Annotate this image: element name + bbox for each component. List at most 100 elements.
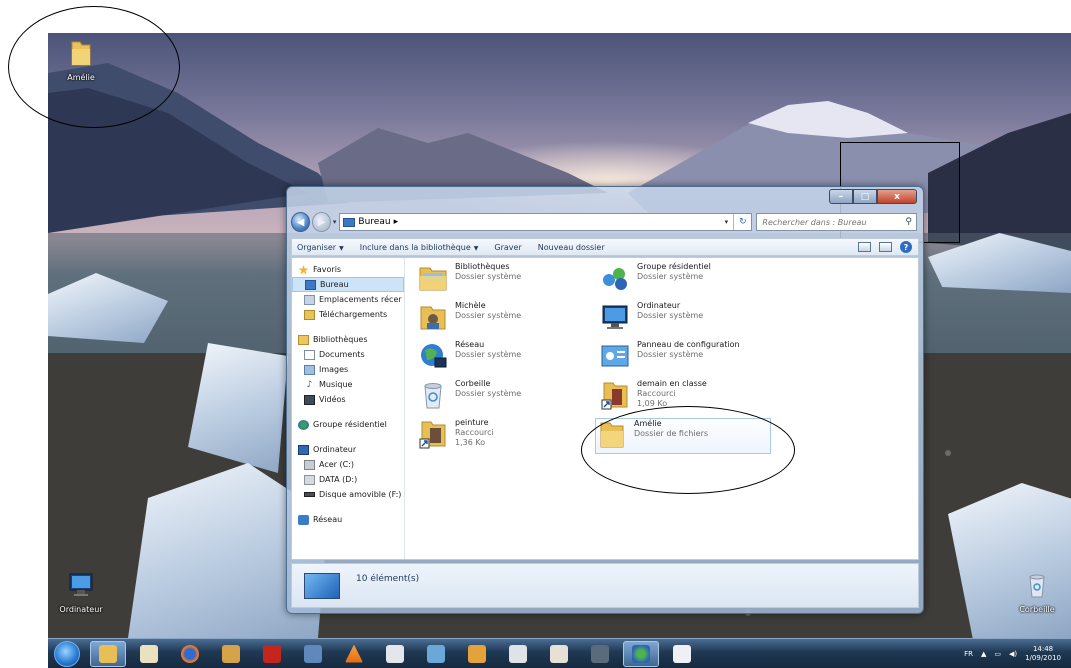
taskbar-filezilla[interactable] [254,641,290,667]
nav-item-acer-c[interactable]: Acer (C:) [292,457,404,472]
desktop-icon-corbeille[interactable]: Corbeille [1007,570,1067,614]
maximize-button[interactable]: □ [853,189,877,204]
taskbar-app-2[interactable] [131,641,167,667]
file-name: Groupe résidentiel [637,262,711,271]
search-icon[interactable]: ⚲ [905,217,912,227]
file-item-groupe-residentiel[interactable]: Groupe résidentiel Dossier système [599,262,779,298]
user-folder-icon [420,306,446,330]
file-text: Groupe résidentiel Dossier système [637,262,711,282]
taskbar-app-11[interactable] [500,641,536,667]
image-icon [427,644,445,663]
file-item-corbeille[interactable]: Corbeille Dossier système [417,379,597,415]
document-icon [673,644,691,663]
graver-button[interactable]: Graver [494,243,521,252]
system-tray: FR ▲ ▭ ◀) 14:48 1/09/2010 [964,645,1071,663]
nouveau-dossier-button[interactable]: Nouveau dossier [538,243,605,252]
start-button[interactable] [54,640,80,667]
desktop-icon-ordinateur[interactable]: Ordinateur [50,570,112,614]
address-bar[interactable]: Bureau ▸ ▾ ↻ [339,213,753,231]
taskbar-vlc[interactable] [336,641,372,667]
nav-label: Bibliothèques [313,335,368,344]
refresh-icon[interactable]: ↻ [733,214,751,230]
change-view-icon[interactable] [858,242,871,252]
organiser-label: Organiser [297,242,337,252]
breadcrumb-bureau[interactable]: Bureau [358,217,390,227]
music-note-icon: ♪ [306,379,313,390]
libraries-folder-icon [419,267,447,291]
search-box[interactable]: ⚲ [756,213,917,231]
taskbar-app-10[interactable] [459,641,495,667]
close-button[interactable]: x [877,189,917,204]
chevron-down-icon: ▼ [473,244,479,252]
nav-item-bureau[interactable]: Bureau [292,277,404,292]
file-type: Raccourci [637,389,676,398]
clock[interactable]: 14:48 1/09/2010 [1025,645,1061,663]
navigation-row: ◀ ▶ ▾ Bureau ▸ ▾ ↻ ⚲ [291,211,917,233]
file-item-panneau-configuration[interactable]: Panneau de configuration Dossier système [599,340,779,376]
file-item-peinture[interactable]: peinture Raccourci 1,36 Ko [417,418,597,454]
nav-item-data-d[interactable]: DATA (D:) [292,472,404,487]
preview-pane-icon[interactable] [879,242,892,252]
clock-time: 14:48 [1032,644,1054,653]
file-text: Panneau de configuration Dossier système [637,340,740,360]
nav-item-reseau[interactable]: Réseau [292,512,404,527]
desktop-folder-icon [343,217,356,227]
mail-icon [550,644,568,663]
forward-button[interactable]: ▶ [311,212,331,232]
file-text: Bibliothèques Dossier système [455,262,521,282]
homegroup-icon [298,419,309,430]
nav-item-telechargements[interactable]: Téléchargements [292,307,404,322]
help-icon[interactable]: ? [900,241,912,253]
taskbar-app-8[interactable] [377,641,413,667]
file-item-bibliotheques[interactable]: Bibliothèques Dossier système [417,262,597,298]
nav-item-groupe-residentiel[interactable]: Groupe résidentiel [292,417,404,432]
taskbar-app-9[interactable] [418,641,454,667]
drive-icon [304,459,315,470]
annotation-ellipse-amelie [581,406,795,494]
house-icon [222,644,240,663]
file-item-reseau[interactable]: Réseau Dossier système [417,340,597,376]
taskbar-firefox[interactable] [172,641,208,667]
taskbar-app-12[interactable] [541,641,577,667]
desktop-thumbnail-icon [304,572,340,599]
inclure-bibliotheque-menu[interactable]: Inclure dans la bibliothèque ▼ [360,243,479,252]
nav-item-musique[interactable]: ♪ Musique [292,377,404,392]
nav-item-ordinateur[interactable]: Ordinateur [292,442,404,457]
file-name: Ordinateur [637,301,681,310]
breadcrumb-separator[interactable]: ▸ [394,217,399,227]
shortcut-folder-icon [419,421,446,449]
nav-label: Favoris [313,265,342,274]
nav-item-documents[interactable]: Documents [292,347,404,362]
address-history-dropdown[interactable]: ▾ [719,218,733,226]
nav-item-images[interactable]: Images [292,362,404,377]
minimize-button[interactable]: – [829,189,853,204]
back-button[interactable]: ◀ [291,212,310,232]
network-icon[interactable]: ▭ [994,650,1001,658]
nav-label: Musique [319,380,353,389]
file-text: Réseau Dossier système [455,340,521,360]
taskbar-app-13[interactable] [582,641,618,667]
nav-item-videos[interactable]: Vidéos [292,392,404,407]
file-item-ordinateur[interactable]: Ordinateur Dossier système [599,301,779,337]
taskbar-explorer[interactable] [90,640,126,667]
nav-item-disque-amovible[interactable]: Disque amovible (F:) [292,487,404,502]
taskbar-app-15[interactable] [664,641,700,667]
show-hidden-icons-icon[interactable]: ▲ [981,650,986,658]
organiser-menu[interactable]: Organiser ▼ [297,243,344,252]
taskbar-app-6[interactable] [295,641,331,667]
nav-item-bibliotheques[interactable]: Bibliothèques [292,332,404,347]
taskbar-app-14[interactable] [623,640,659,667]
recent-pages-dropdown[interactable]: ▾ [333,218,337,226]
file-text: Corbeille Dossier système [455,379,521,399]
file-item-michele[interactable]: Michèle Dossier système [417,301,597,337]
nav-item-favoris[interactable]: Favoris [292,262,404,277]
nav-item-emplacements[interactable]: Emplacements récer [292,292,404,307]
file-text: demain en classe Raccourci 1,09 Ko [637,379,707,409]
language-indicator[interactable]: FR [964,650,973,658]
folder-icon [99,644,117,663]
breadcrumb: Bureau ▸ [343,217,398,227]
volume-icon[interactable]: ◀) [1009,650,1017,658]
taskbar-app-4[interactable] [213,641,249,667]
file-type: Dossier système [455,272,522,281]
search-input[interactable] [762,217,903,227]
